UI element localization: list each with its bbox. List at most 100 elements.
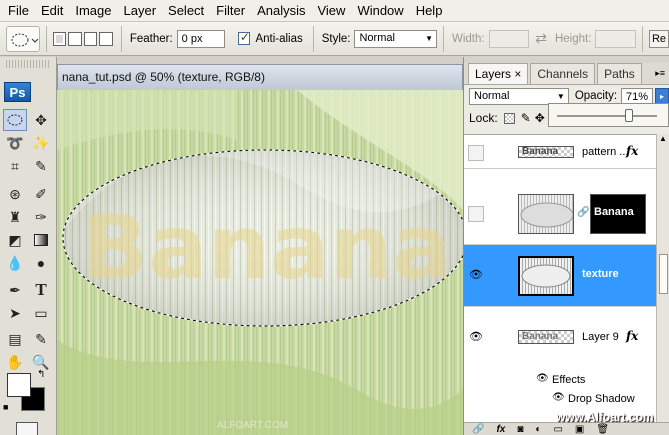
move-tool[interactable]: ✥ <box>29 109 53 131</box>
layer-name[interactable]: Layer 9 <box>582 331 619 343</box>
visibility-toggle[interactable] <box>468 145 484 161</box>
history-brush-tool[interactable]: ✑ <box>29 206 53 228</box>
add-style-icon[interactable]: fx <box>496 424 505 435</box>
eyedropper-tool[interactable]: ✎ <box>29 155 53 177</box>
separator <box>46 25 47 52</box>
magic-wand-tool[interactable]: ✨ <box>29 132 53 154</box>
notes-tool[interactable]: ▤ <box>3 328 27 350</box>
blend-mode-select[interactable]: Normal ▼ <box>469 87 569 105</box>
layer-row-pattern[interactable]: Banana pattern ... fx <box>464 135 656 169</box>
type-tool[interactable]: T <box>29 279 53 301</box>
scrollbar-thumb[interactable] <box>659 254 668 294</box>
visibility-toggle[interactable] <box>468 206 484 222</box>
opacity-slider-thumb[interactable] <box>625 109 633 122</box>
height-input[interactable] <box>595 29 637 48</box>
adjustment-icon[interactable]: ◐ <box>535 424 541 435</box>
tab-layers[interactable]: Layers × <box>468 63 529 84</box>
intersect-selection-button[interactable] <box>99 31 113 46</box>
layer-name[interactable]: pattern ... <box>582 146 628 158</box>
menu-file[interactable]: File <box>2 1 35 21</box>
style-label: Style: <box>321 32 351 45</box>
add-to-selection-button[interactable] <box>68 31 82 46</box>
eraser-tool[interactable]: ◩ <box>3 229 27 251</box>
eye-icon[interactable]: 👁 <box>469 330 483 343</box>
crop-tool[interactable]: ⌗ <box>3 155 27 177</box>
document-title-bar[interactable]: nana_tut.psd @ 50% (texture, RGB/8) <box>57 64 463 90</box>
opacity-slider-track[interactable] <box>557 115 657 117</box>
gradient-tool[interactable] <box>29 229 53 251</box>
tab-channels[interactable]: Channels <box>530 63 596 84</box>
blur-tool[interactable]: 💧 <box>3 252 27 274</box>
eye-icon[interactable]: 👁 <box>469 268 483 281</box>
layers-scrollbar[interactable]: ▲ <box>656 134 669 422</box>
new-layer-icon[interactable]: ▣ <box>575 424 584 435</box>
thumbnail-text: Banana <box>522 146 559 157</box>
document-canvas[interactable]: Banana ALFOART.COM <box>57 90 463 435</box>
lasso-tool[interactable]: ➰ <box>3 132 27 154</box>
layer-row-banana[interactable]: 🔗 Banana <box>464 183 656 245</box>
brush-tool[interactable]: ✐ <box>29 183 53 205</box>
trash-icon[interactable]: 🗑 <box>596 424 609 435</box>
lock-transparent-icon[interactable] <box>503 112 515 124</box>
lock-position-icon[interactable]: ✥ <box>535 111 545 125</box>
eye-icon[interactable]: 👁 <box>536 373 549 384</box>
menu-layer[interactable]: Layer <box>118 1 163 21</box>
fx-icon[interactable]: fx <box>626 144 638 158</box>
subtract-from-selection-button[interactable] <box>83 31 98 46</box>
move-icon: ✥ <box>35 111 47 128</box>
menu-image[interactable]: Image <box>69 1 117 21</box>
clone-stamp-tool[interactable]: ♜ <box>3 206 27 228</box>
menu-edit[interactable]: Edit <box>35 1 69 21</box>
style-select[interactable]: Normal ▼ <box>354 29 438 48</box>
chevron-down-icon: ▼ <box>425 33 434 43</box>
pen-tool[interactable]: ✒ <box>3 279 27 301</box>
path-selection-tool[interactable]: ➤ <box>3 302 27 324</box>
add-mask-icon[interactable]: ◙ <box>517 424 523 435</box>
quick-mask-button[interactable] <box>16 422 38 435</box>
effects-row[interactable]: 👁 Effects <box>464 371 656 389</box>
color-sampler-tool[interactable]: ✎ <box>29 328 53 350</box>
close-icon[interactable]: × <box>514 67 521 81</box>
healing-brush-tool[interactable]: ⊛ <box>3 183 27 205</box>
tab-paths[interactable]: Paths <box>597 63 642 84</box>
eye-icon[interactable]: 👁 <box>552 392 565 403</box>
layer-row-texture[interactable]: 👁 texture <box>464 245 656 307</box>
toolbox-grip[interactable] <box>6 60 50 68</box>
separator <box>642 25 643 52</box>
antialias-checkbox[interactable] <box>237 30 251 45</box>
mask-thumbnail[interactable]: Banana <box>590 194 646 234</box>
layer-row-layer9[interactable]: 👁 Banana Layer 9 fx <box>464 307 656 369</box>
link-layers-icon[interactable]: 🔗 <box>472 424 484 435</box>
width-input[interactable] <box>488 29 530 48</box>
tab-layers-label: Layers <box>475 67 512 81</box>
dodge-tool[interactable]: ● <box>29 252 53 274</box>
layer-name[interactable]: texture <box>582 268 619 280</box>
feather-input[interactable]: 0 px <box>176 29 225 48</box>
tool-preset-picker[interactable] <box>6 25 40 52</box>
menu-window[interactable]: Window <box>351 1 409 21</box>
panel-menu-icon[interactable]: ▸≡ <box>655 63 665 84</box>
menu-select[interactable]: Select <box>162 1 210 21</box>
menu-help[interactable]: Help <box>410 1 449 21</box>
fx-icon[interactable]: fx <box>626 329 638 343</box>
drop-shadow-row[interactable]: 👁 Drop Shadow <box>464 390 656 408</box>
menu-view[interactable]: View <box>311 1 351 21</box>
swap-colors-icon[interactable]: ↰ <box>37 369 45 380</box>
scroll-up-icon[interactable]: ▲ <box>659 134 667 143</box>
new-group-icon[interactable]: ▭ <box>553 424 562 435</box>
new-selection-button[interactable] <box>52 31 67 46</box>
menu-analysis[interactable]: Analysis <box>251 1 311 21</box>
elliptical-marquee-tool[interactable] <box>3 109 27 131</box>
lock-paint-icon[interactable]: ✎ <box>521 111 531 125</box>
hand-tool[interactable]: ✋ <box>3 351 27 373</box>
antialias-label: Anti-alias <box>255 32 303 45</box>
swap-icon[interactable]: ⇄ <box>535 30 547 47</box>
menu-filter[interactable]: Filter <box>210 1 251 21</box>
shape-tool[interactable]: ▭ <box>29 302 53 324</box>
link-icon[interactable]: 🔗 <box>577 207 589 218</box>
refine-edge-button[interactable]: Re <box>648 29 669 48</box>
opacity-slider-toggle[interactable]: ▸ <box>655 87 669 105</box>
opacity-input[interactable]: 71% <box>621 87 654 105</box>
zoom-icon: 🔍 <box>32 353 50 370</box>
default-colors-icon[interactable]: ■ <box>3 402 8 412</box>
